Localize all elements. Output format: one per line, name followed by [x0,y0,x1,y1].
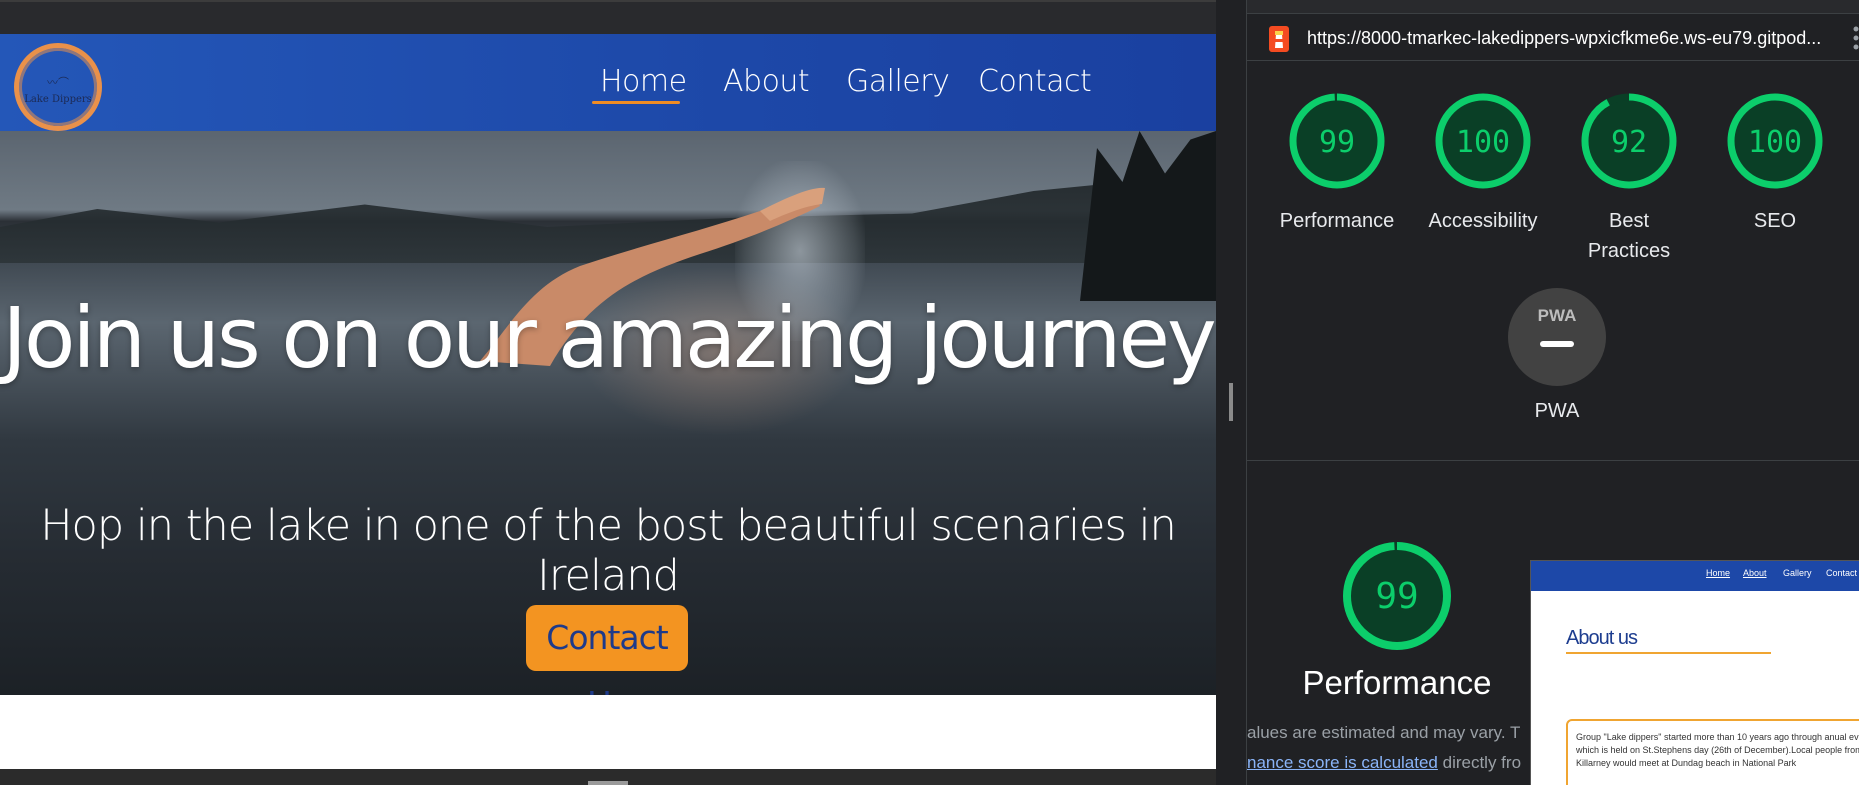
nav-contact-link[interactable]: Contact [978,64,1092,99]
nav-home-link[interactable]: Home [600,64,687,99]
navbar: 〰⌒ Lake Dippers Home About Gallery Conta… [0,34,1216,131]
page-content-below-hero [0,695,1216,769]
active-nav-underline [592,101,680,104]
contact-us-button[interactable]: Contact Us [526,605,688,723]
thumbnail-navbar: Home About Gallery Contact [1531,561,1859,591]
pwa-badge-text: PWA [1538,306,1577,325]
score-ring-icon: 100 [1435,93,1531,189]
pwa-icon: PWA [1538,306,1577,347]
lighthouse-panel: https://8000-tmarkec-lakedippers-wpxicfk… [1246,0,1859,785]
thumbnail-nav-home: Home [1706,568,1731,578]
performance-link-rest: directly fro [1437,753,1522,772]
report-url[interactable]: https://8000-tmarkec-lakedippers-wpxicfk… [1307,28,1821,49]
logo-text: Lake Dippers [24,94,92,105]
hero-subtitle: Hop in the lake in one of the bost beaut… [40,501,1177,601]
nav-gallery-link[interactable]: Gallery [846,64,950,99]
score-ring-icon: 99 [1343,542,1451,650]
website-viewport: 〰⌒ Lake Dippers Home About Gallery Conta… [0,0,1216,785]
section-divider [1247,460,1859,461]
lake-dippers-page: 〰⌒ Lake Dippers Home About Gallery Conta… [0,34,1216,769]
gauge-performance[interactable]: 99 Performance [1280,92,1394,232]
more-menu-icon[interactable] [1850,24,1859,54]
score-ring-icon: 99 [1289,93,1385,189]
score-label: Best Practices [1587,210,1671,262]
thumbnail-heading: About us [1566,627,1638,649]
thumbnail-card-text: Group "Lake dippers" started more than 1… [1576,732,1859,768]
score-value: 100 [1456,125,1510,160]
performance-note: alues are estimated and may vary. T [1247,723,1521,742]
swimmer-icon: 〰⌒ [47,77,69,89]
thumbnail-nav-about: About [1743,568,1767,578]
pwa-label: PWA [1534,400,1580,422]
score-label: Performance [1279,210,1395,232]
devtools-toolbar [1247,0,1859,14]
logo[interactable]: 〰⌒ Lake Dippers [14,43,102,131]
hero-title: Join us on our amazing journey [2,289,1216,387]
gauge-accessibility[interactable]: 100 Accessibility [1429,92,1537,232]
score-label: Accessibility [1428,210,1538,232]
thumbnail-card: Group "Lake dippers" started more than 1… [1566,719,1859,785]
report-url-bar: https://8000-tmarkec-lakedippers-wpxicfk… [1247,14,1859,61]
gauge-performance-large: 99 [1341,540,1453,652]
score-label: SEO [1753,210,1797,232]
thumbnail-nav-contact: Contact [1826,568,1858,578]
score-ring-icon: 92 [1581,93,1677,189]
nav-about-link[interactable]: About [723,64,810,99]
thumbnail-heading-underline [1566,652,1771,654]
score-value: 99 [1375,576,1418,617]
performance-heading: Performance [1302,664,1492,701]
score-calculator-link[interactable]: nance score is calculated [1247,753,1438,772]
thumbnail-nav-gallery: Gallery [1783,568,1812,578]
final-screenshot-thumbnail[interactable]: Home About Gallery Contact About us Grou… [1530,560,1859,785]
pwa-badge[interactable]: PWA [1508,288,1606,386]
browser-top-strip [0,0,1216,34]
performance-link-line: nance score is calculated directly fro [1247,753,1521,773]
resize-handle-icon[interactable] [588,781,628,785]
gauge-best-practices[interactable]: 92 Best Practices [1579,92,1679,262]
score-value: 100 [1748,125,1802,160]
gauge-seo[interactable]: 100 SEO [1725,92,1825,232]
lighthouse-icon [1269,26,1289,52]
score-ring-icon: 100 [1727,93,1823,189]
score-value: 99 [1319,125,1355,160]
splitter-grip-icon[interactable] [1229,383,1233,421]
score-value: 92 [1611,125,1647,160]
hero-section: Join us on our amazing journey Hop in th… [0,131,1216,723]
